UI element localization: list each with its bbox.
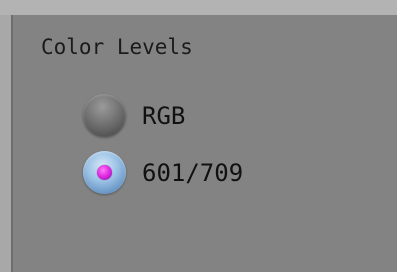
color-levels-panel: Color Levels RGB 601/709	[0, 0, 397, 272]
radio-rgb[interactable]	[83, 94, 126, 137]
color-levels-title: Color Levels	[41, 35, 193, 59]
radio-601-709[interactable]	[83, 151, 126, 194]
radio-option-rgb[interactable]: RGB	[83, 94, 185, 137]
radio-option-601-709[interactable]: 601/709	[83, 151, 243, 194]
radio-label-rgb[interactable]: RGB	[142, 102, 185, 130]
radio-label-601-709[interactable]: 601/709	[142, 159, 243, 187]
radio-selected-dot-icon	[97, 165, 112, 180]
